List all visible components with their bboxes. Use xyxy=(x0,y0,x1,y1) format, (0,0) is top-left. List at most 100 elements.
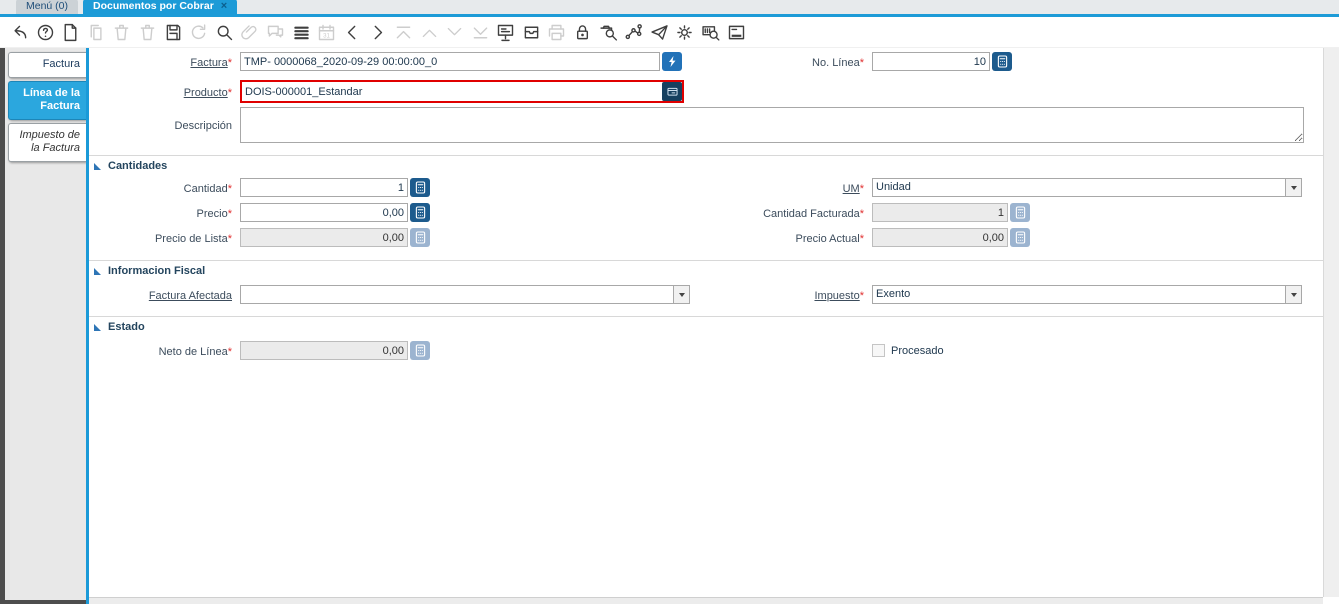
row-producto: Producto* xyxy=(89,80,1323,103)
help-icon[interactable] xyxy=(35,22,56,43)
archive-icon[interactable] xyxy=(521,22,542,43)
cantidad-facturada-field xyxy=(872,203,1008,222)
workflow-icon[interactable] xyxy=(623,22,644,43)
sidebar-tab-l-nea-de-la-factura[interactable]: Línea de la Factura xyxy=(8,80,86,120)
zoom-across-icon[interactable] xyxy=(598,22,619,43)
previous-record-icon[interactable] xyxy=(342,22,363,43)
descripcion-label: Descripción xyxy=(174,120,232,132)
cantidad-facturada-label: Cantidad Facturada* xyxy=(763,207,864,220)
cantidad-label: Cantidad* xyxy=(183,182,232,195)
row-fiscal: Factura Afectada Impuesto* Exento xyxy=(89,285,1323,304)
no-linea-field[interactable] xyxy=(872,52,990,71)
window-tab-bar: Menú (0) Documentos por Cobrar × xyxy=(0,0,1339,17)
row-cantidad-um: Cantidad* UM* Unidad xyxy=(89,178,1323,197)
lock-icon[interactable] xyxy=(572,22,593,43)
tab-documentos-label: Documentos por Cobrar xyxy=(93,0,214,12)
preferences-icon[interactable] xyxy=(674,22,695,43)
detail-panel-icon[interactable] xyxy=(726,22,747,43)
procesado-checkbox[interactable] xyxy=(872,344,885,357)
precio-actual-label: Precio Actual* xyxy=(795,232,864,245)
precio-de-lista-label: Precio de Lista* xyxy=(154,232,232,245)
section-informacion-fiscal[interactable]: Informacion Fiscal xyxy=(89,261,1323,278)
precio-de-lista-field xyxy=(240,228,408,247)
calculator-button-disabled xyxy=(1010,228,1030,247)
procesado-label: Procesado xyxy=(891,344,944,357)
zoom-record-icon xyxy=(669,56,676,67)
print-icon xyxy=(546,22,567,43)
delete-selection-icon xyxy=(137,22,158,43)
sidebar: Factura Línea de la Factura Impuesto de la… xyxy=(0,48,86,604)
calendar-icon: 31 xyxy=(316,22,337,43)
record-zoom-button[interactable] xyxy=(662,52,682,71)
neto-de-linea-label: Neto de Línea* xyxy=(158,345,232,358)
section-estado[interactable]: Estado xyxy=(89,317,1323,334)
new-record-icon[interactable] xyxy=(60,22,81,43)
detail-record-icon xyxy=(444,22,465,43)
calculator-button[interactable] xyxy=(992,52,1012,71)
precio-field[interactable] xyxy=(240,203,408,222)
vertical-scrollbar[interactable] xyxy=(1323,48,1339,597)
precio-label: Precio* xyxy=(196,207,232,220)
section-cantidades[interactable]: Cantidades xyxy=(89,156,1323,173)
row-factura: Factura* No. Línea* xyxy=(89,52,1323,71)
chevron-down-icon[interactable] xyxy=(1285,179,1301,196)
parent-record-icon xyxy=(419,22,440,43)
product-info-icon[interactable] xyxy=(700,22,721,43)
sidebar-tab-impuesto-de-la-factura[interactable]: Impuesto de la Factura xyxy=(8,122,86,162)
report-icon[interactable] xyxy=(495,22,516,43)
product-search-button[interactable] xyxy=(662,82,682,101)
undo-icon[interactable] xyxy=(9,22,30,43)
section-informacion-fiscal-title: Informacion Fiscal xyxy=(108,265,206,277)
collapse-triangle-icon xyxy=(94,162,101,170)
impuesto-combo[interactable]: Exento xyxy=(872,285,1302,304)
toolbar: 31 xyxy=(0,17,1339,48)
descripcion-field[interactable] xyxy=(240,107,1304,143)
factura-field[interactable] xyxy=(240,52,660,71)
calculator-button-disabled xyxy=(1010,203,1030,222)
row-descripcion: Descripción xyxy=(89,107,1323,143)
calculator-button[interactable] xyxy=(410,178,430,197)
impuesto-value: Exento xyxy=(876,288,911,300)
chevron-down-icon[interactable] xyxy=(1285,286,1301,303)
form-content: Factura* No. Línea* Producto* xyxy=(86,48,1339,604)
producto-highlight-border xyxy=(240,80,684,103)
producto-field[interactable] xyxy=(242,82,662,101)
calculator-button-disabled xyxy=(410,228,430,247)
factura-afectada-combo[interactable] xyxy=(240,285,690,304)
save-icon[interactable] xyxy=(163,22,184,43)
tab-menu[interactable]: Menú (0) xyxy=(16,0,79,14)
close-icon[interactable]: × xyxy=(221,1,227,12)
chat-icon xyxy=(265,22,286,43)
sidebar-tab-factura[interactable]: Factura xyxy=(8,52,86,78)
calculator-button-disabled xyxy=(410,341,430,360)
requests-icon[interactable] xyxy=(649,22,670,43)
copy-record-icon xyxy=(86,22,107,43)
cantidad-field[interactable] xyxy=(240,178,408,197)
no-linea-label: No. Línea* xyxy=(812,56,864,69)
grid-toggle-icon[interactable] xyxy=(291,22,312,43)
chevron-down-icon[interactable] xyxy=(673,286,689,303)
first-record-icon xyxy=(393,22,414,43)
horizontal-scrollbar[interactable] xyxy=(89,597,1323,604)
app-window: Menú (0) Documentos por Cobrar × 31 Fact… xyxy=(0,0,1339,604)
attachment-icon xyxy=(239,22,260,43)
section-estado-title: Estado xyxy=(108,321,145,333)
refresh-icon xyxy=(188,22,209,43)
find-icon[interactable] xyxy=(214,22,235,43)
row-estado: Neto de Línea* Procesado xyxy=(89,341,1323,360)
next-record-icon[interactable] xyxy=(367,22,388,43)
collapse-triangle-icon xyxy=(94,267,101,275)
factura-label: Factura* xyxy=(190,56,232,69)
calculator-button[interactable] xyxy=(410,203,430,222)
um-combo[interactable]: Unidad xyxy=(872,178,1302,197)
row-precio-cantfact: Precio* Cantidad Facturada* xyxy=(89,203,1323,222)
tab-documentos-por-cobrar[interactable]: Documentos por Cobrar × xyxy=(83,0,238,14)
factura-afectada-label: Factura Afectada xyxy=(148,289,232,302)
factura-afectada-value xyxy=(241,286,673,303)
section-cantidades-title: Cantidades xyxy=(108,160,168,172)
um-label: UM* xyxy=(842,182,864,195)
collapse-triangle-icon xyxy=(94,323,101,331)
last-record-icon xyxy=(470,22,491,43)
tab-menu-label: Menú (0) xyxy=(26,0,69,12)
neto-de-linea-field xyxy=(240,341,408,360)
